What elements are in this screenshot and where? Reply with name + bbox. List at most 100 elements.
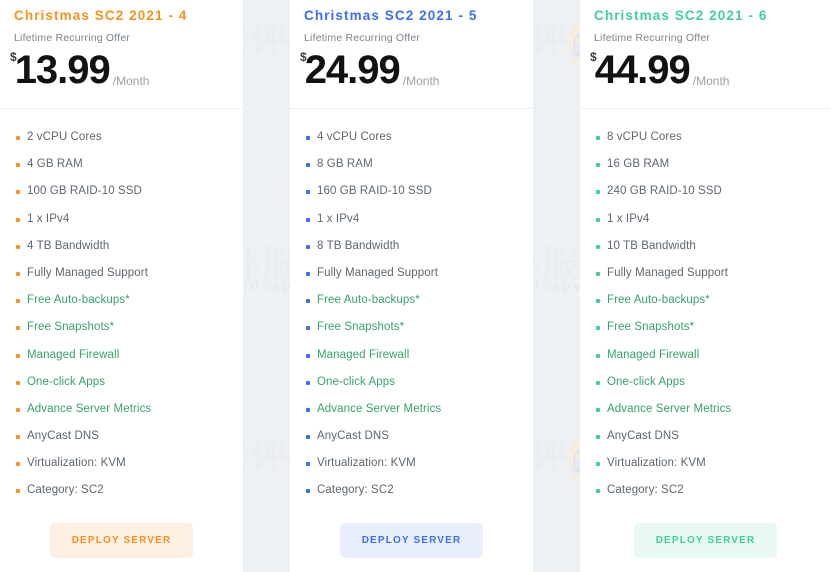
bullet-icon (16, 435, 20, 440)
feature-item: Category: SC2 (16, 484, 243, 497)
feature-label: 10 TB Bandwidth (607, 239, 696, 252)
feature-item: Managed Firewall (596, 349, 831, 362)
feature-item: Category: SC2 (596, 484, 831, 497)
price-amount: 44.99 (594, 48, 691, 92)
feature-label: One-click Apps (607, 375, 686, 388)
pricing-card-sc2-2021-4: Christmas SC2 2021 - 4 Lifetime Recurrin… (0, 0, 243, 572)
feature-item: 100 GB RAID-10 SSD (16, 185, 243, 198)
bullet-icon (16, 136, 20, 140)
feature-item: 4 GB RAM (16, 158, 243, 171)
plan-subtitle: Lifetime Recurring Offer (14, 32, 131, 44)
bullet-icon (596, 489, 600, 494)
feature-label: One-click Apps (27, 375, 106, 388)
bullet-icon (306, 380, 310, 385)
feature-label: Free Auto-backups* (27, 294, 130, 307)
bullet-icon (16, 407, 20, 412)
feature-label: AnyCast DNS (317, 430, 390, 443)
feature-label: 100 GB RAID-10 SSD (27, 185, 142, 198)
feature-label: Managed Firewall (607, 348, 700, 361)
feature-label: 160 GB RAID-10 SSD (317, 185, 432, 198)
feature-label: Virtualization: KVM (607, 457, 706, 470)
feature-item: 1 x IPv4 (306, 213, 533, 226)
plan-title: Christmas SC2 2021 - 6 (594, 8, 768, 23)
feature-label: 1 x IPv4 (607, 212, 650, 225)
feature-label: Free Snapshots* (27, 321, 115, 334)
feature-item: Free Auto-backups* (16, 294, 243, 307)
bullet-icon (306, 163, 310, 168)
bullet-icon (16, 217, 20, 222)
feature-item: 8 TB Bandwidth (306, 240, 533, 253)
bullet-icon (16, 462, 20, 467)
feature-item: Category: SC2 (306, 484, 533, 497)
feature-item: 160 GB RAID-10 SSD (306, 185, 533, 198)
deploy-server-button[interactable]: DEPLOY SERVER (49, 523, 194, 558)
feature-label: Advance Server Metrics (607, 402, 732, 415)
pricing-card-sc2-2021-6: Christmas SC2 2021 - 6 Lifetime Recurrin… (580, 0, 831, 572)
feature-item: Free Snapshots* (306, 321, 533, 334)
feature-label: Fully Managed Support (27, 266, 149, 279)
feature-label: Managed Firewall (317, 348, 410, 361)
cta-area: DEPLOY SERVER (0, 523, 243, 558)
deploy-server-button[interactable]: DEPLOY SERVER (633, 523, 778, 558)
bullet-icon (596, 380, 600, 385)
bullet-icon (306, 190, 310, 195)
bullet-icon (306, 435, 310, 440)
price-block: $ 44.99 /Month (588, 50, 729, 90)
feature-list: 2 vCPU Cores 4 GB RAM 100 GB RAID-10 SSD… (0, 109, 243, 497)
pricing-board: Christmas SC2 2021 - 4 Lifetime Recurrin… (0, 0, 831, 572)
feature-label: Fully Managed Support (317, 266, 439, 279)
bullet-icon (16, 326, 20, 331)
feature-label: Managed Firewall (27, 348, 120, 361)
bullet-icon (306, 407, 310, 412)
cta-area: DEPLOY SERVER (580, 523, 831, 558)
bullet-icon (596, 299, 600, 304)
feature-item: Virtualization: KVM (16, 457, 243, 470)
bullet-icon (596, 244, 600, 249)
bullet-icon (16, 163, 20, 168)
bullet-icon (306, 217, 310, 222)
price-block: $ 13.99 /Month (8, 50, 149, 90)
feature-label: 4 TB Bandwidth (27, 239, 110, 252)
feature-label: 1 x IPv4 (317, 212, 360, 225)
feature-label: Category: SC2 (317, 484, 394, 497)
card-header: Christmas SC2 2021 - 6 Lifetime Recurrin… (580, 0, 831, 108)
bullet-icon (16, 271, 20, 276)
price-period: /Month (112, 74, 150, 88)
feature-label: Free Snapshots* (607, 321, 695, 334)
bullet-icon (596, 271, 600, 276)
bullet-icon (16, 353, 20, 358)
feature-item: Free Auto-backups* (596, 294, 831, 307)
feature-label: AnyCast DNS (27, 430, 100, 443)
feature-item: Managed Firewall (16, 349, 243, 362)
bullet-icon (596, 136, 600, 140)
bullet-icon (596, 462, 600, 467)
feature-item: 8 vCPU Cores (596, 131, 831, 144)
feature-label: Fully Managed Support (607, 266, 729, 279)
deploy-server-button[interactable]: DEPLOY SERVER (339, 523, 484, 558)
bullet-icon (306, 353, 310, 358)
bullet-icon (596, 326, 600, 331)
feature-label: 8 GB RAM (317, 158, 373, 171)
feature-item: 10 TB Bandwidth (596, 240, 831, 253)
price-period: /Month (402, 74, 440, 88)
feature-label: 8 TB Bandwidth (317, 239, 400, 252)
feature-item: One-click Apps (596, 376, 831, 389)
feature-label: Virtualization: KVM (27, 457, 126, 470)
bullet-icon (306, 489, 310, 494)
feature-item: 1 x IPv4 (16, 213, 243, 226)
feature-label: AnyCast DNS (607, 430, 680, 443)
feature-label: 4 GB RAM (27, 158, 83, 171)
plan-title: Christmas SC2 2021 - 4 (14, 8, 188, 23)
bullet-icon (306, 136, 310, 140)
bullet-icon (596, 435, 600, 440)
feature-label: 1 x IPv4 (27, 212, 70, 225)
feature-item: Managed Firewall (306, 349, 533, 362)
feature-label: Advance Server Metrics (317, 402, 442, 415)
feature-label: Advance Server Metrics (27, 402, 152, 415)
feature-item: Fully Managed Support (596, 267, 831, 280)
feature-item: Advance Server Metrics (16, 403, 243, 416)
feature-item: One-click Apps (16, 376, 243, 389)
feature-item: 16 GB RAM (596, 158, 831, 171)
currency-symbol: $ (10, 50, 17, 64)
column-gutter (243, 0, 290, 572)
